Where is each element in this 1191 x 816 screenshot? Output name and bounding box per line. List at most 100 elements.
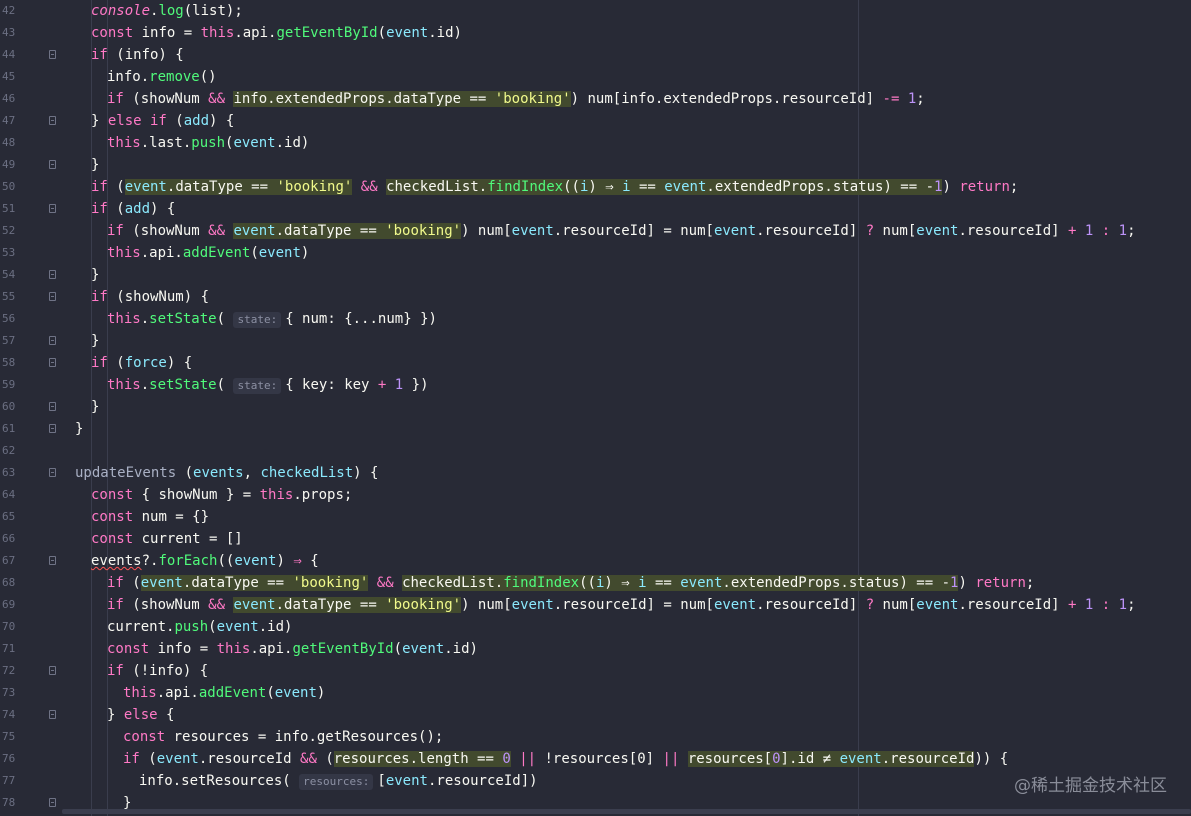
code-text[interactable]: }: [91, 330, 99, 352]
code-text[interactable]: }: [91, 264, 99, 286]
code-text[interactable]: if (event.dataType == 'booking' && check…: [91, 176, 1018, 198]
fold-marker-icon[interactable]: [49, 358, 56, 367]
code-text[interactable]: this.last.push(event.id): [107, 132, 309, 154]
line-number: 74: [2, 708, 16, 721]
code-line[interactable]: 59 this.setState( state:{ key: key + 1 }): [0, 374, 1191, 396]
code-line[interactable]: 77 info.setResources( resources: [event.re…: [0, 770, 1191, 792]
code-text[interactable]: console.log(list);: [91, 0, 243, 22]
line-number: 78: [2, 796, 16, 809]
fold-marker-icon[interactable]: [49, 116, 56, 125]
code-line[interactable]: 76 if (event.resourceId && (resources.len…: [0, 748, 1191, 770]
code-line[interactable]: 45 info.remove(): [0, 66, 1191, 88]
code-text[interactable]: events?.forEach((event) ⇒ {: [91, 550, 319, 572]
code-text[interactable]: if (event.dataType == 'booking' && check…: [107, 572, 1034, 594]
code-line[interactable]: 66 const current = []: [0, 528, 1191, 550]
code-text[interactable]: if (showNum && event.dataType == 'bookin…: [107, 594, 1136, 616]
code-text[interactable]: this.api.addEvent(event): [107, 242, 309, 264]
code-line[interactable]: 74 } else {: [0, 704, 1191, 726]
code-line[interactable]: 57}: [0, 330, 1191, 352]
code-text[interactable]: this.api.addEvent(event): [123, 682, 325, 704]
line-number: 57: [2, 334, 16, 347]
code-text[interactable]: if (event.resourceId && (resources.lengt…: [123, 748, 1008, 770]
code-line[interactable]: 53 this.api.addEvent(event): [0, 242, 1191, 264]
parameter-hint: resources:: [299, 774, 374, 790]
code-text[interactable]: updateEvents (events, checkedList) {: [75, 462, 378, 484]
code-line[interactable]: 75 const resources = info.getResources();: [0, 726, 1191, 748]
line-number: 52: [2, 224, 16, 237]
code-line[interactable]: 50 if (event.dataType == 'booking' && che…: [0, 176, 1191, 198]
code-line[interactable]: 64 const { showNum } = this.props;: [0, 484, 1191, 506]
fold-marker-icon[interactable]: [49, 160, 56, 169]
line-number: 71: [2, 642, 16, 655]
code-line[interactable]: 70 current.push(event.id): [0, 616, 1191, 638]
code-text[interactable]: const current = []: [91, 528, 243, 550]
code-text[interactable]: const info = this.api.getEventById(event…: [91, 22, 462, 44]
fold-marker-icon[interactable]: [49, 556, 56, 565]
code-text[interactable]: }: [91, 396, 99, 418]
code-line[interactable]: 55 if (showNum) {: [0, 286, 1191, 308]
fold-marker-icon[interactable]: [49, 468, 56, 477]
line-number: 51: [2, 202, 16, 215]
code-line[interactable]: 52 if (showNum && event.dataType == 'book…: [0, 220, 1191, 242]
code-line[interactable]: 51 if (add) {: [0, 198, 1191, 220]
code-text[interactable]: current.push(event.id): [107, 616, 292, 638]
code-text[interactable]: if (showNum && event.dataType == 'bookin…: [107, 220, 1136, 242]
code-line[interactable]: 65 const num = {}: [0, 506, 1191, 528]
line-number: 55: [2, 290, 16, 303]
code-line[interactable]: 54}: [0, 264, 1191, 286]
fold-marker-icon[interactable]: [49, 424, 56, 433]
fold-marker-icon[interactable]: [49, 336, 56, 345]
code-line[interactable]: 56 this.setState( state:{ num: {...num} }…: [0, 308, 1191, 330]
code-line[interactable]: 49}: [0, 154, 1191, 176]
code-line[interactable]: 60}: [0, 396, 1191, 418]
code-text[interactable]: } else {: [107, 704, 174, 726]
code-text[interactable]: const { showNum } = this.props;: [91, 484, 352, 506]
code-text[interactable]: if (force) {: [91, 352, 192, 374]
code-text[interactable]: if (showNum && info.extendedProps.dataTy…: [107, 88, 925, 110]
fold-marker-icon[interactable]: [49, 270, 56, 279]
fold-marker-icon[interactable]: [49, 292, 56, 301]
fold-marker-icon[interactable]: [49, 204, 56, 213]
code-text[interactable]: if (!info) {: [107, 660, 208, 682]
code-text[interactable]: if (add) {: [91, 198, 175, 220]
code-text[interactable]: this.setState( state:{ key: key + 1 }): [107, 374, 429, 396]
fold-marker-icon[interactable]: [49, 798, 56, 807]
code-text[interactable]: info.remove(): [107, 66, 217, 88]
code-line[interactable]: 42 console.log(list);: [0, 0, 1191, 22]
code-line[interactable]: 61}: [0, 418, 1191, 440]
code-text[interactable]: }: [75, 418, 83, 440]
code-line[interactable]: 68 if (event.dataType == 'booking' && che…: [0, 572, 1191, 594]
code-text[interactable]: this.setState( state:{ num: {...num} }): [107, 308, 437, 330]
code-line[interactable]: 72 if (!info) {: [0, 660, 1191, 682]
line-number: 42: [2, 4, 16, 17]
code-line[interactable]: 43 const info = this.api.getEventById(eve…: [0, 22, 1191, 44]
line-number: 63: [2, 466, 16, 479]
code-line[interactable]: 62: [0, 440, 1191, 462]
code-text[interactable]: info.setResources( resources: [event.reso…: [139, 770, 538, 792]
code-text[interactable]: if (showNum) {: [91, 286, 209, 308]
code-text[interactable]: }: [91, 154, 99, 176]
code-line[interactable]: 67 events?.forEach((event) ⇒ {: [0, 550, 1191, 572]
fold-marker-icon[interactable]: [49, 402, 56, 411]
code-line[interactable]: 58 if (force) {: [0, 352, 1191, 374]
code-line[interactable]: 69 if (showNum && event.dataType == 'book…: [0, 594, 1191, 616]
code-line[interactable]: 73 this.api.addEvent(event): [0, 682, 1191, 704]
line-number: 58: [2, 356, 16, 369]
code-text[interactable]: const num = {}: [91, 506, 209, 528]
fold-marker-icon[interactable]: [49, 710, 56, 719]
code-line[interactable]: 47} else if (add) {: [0, 110, 1191, 132]
code-line[interactable]: 63 updateEvents (events, checkedList) {: [0, 462, 1191, 484]
code-line[interactable]: 71 const info = this.api.getEventById(eve…: [0, 638, 1191, 660]
fold-marker-icon[interactable]: [49, 50, 56, 59]
code-line[interactable]: 46 if (showNum && info.extendedProps.data…: [0, 88, 1191, 110]
code-line[interactable]: 48 this.last.push(event.id): [0, 132, 1191, 154]
code-text[interactable]: if (info) {: [91, 44, 184, 66]
code-text[interactable]: } else if (add) {: [91, 110, 234, 132]
code-text[interactable]: const info = this.api.getEventById(event…: [107, 638, 478, 660]
line-number: 53: [2, 246, 16, 259]
code-editor[interactable]: 42 console.log(list); 43 const info = this.…: [0, 0, 1191, 816]
fold-marker-icon[interactable]: [49, 666, 56, 675]
code-text[interactable]: const resources = info.getResources();: [123, 726, 443, 748]
code-line[interactable]: 44 if (info) {: [0, 44, 1191, 66]
horizontal-scrollbar[interactable]: [62, 809, 1191, 814]
